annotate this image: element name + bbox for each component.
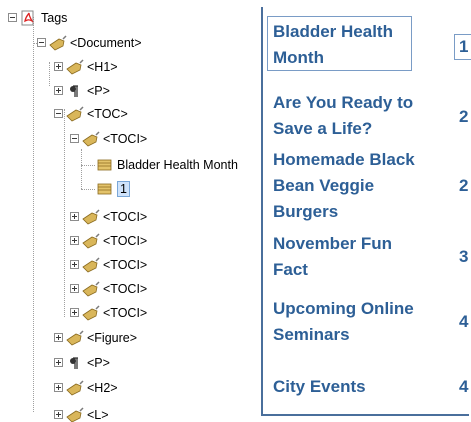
tree-node-label: 1: [117, 181, 130, 197]
tree-node-label: <TOCI>: [103, 258, 148, 272]
tree-node-label: <TOCI>: [103, 234, 148, 248]
tree-node-document[interactable]: <Document>: [49, 33, 142, 53]
toc-entry-page[interactable]: 2: [459, 104, 468, 130]
toc-entry-page[interactable]: 4: [459, 309, 468, 335]
expand-toci-toggle[interactable]: [70, 284, 79, 293]
tree-node-label: <H2>: [87, 381, 118, 395]
tree-node-label: Tags: [41, 11, 68, 25]
toc-entry-title[interactable]: Bladder Health Month: [273, 19, 423, 71]
tag-icon: [82, 257, 100, 273]
tree-connector: [81, 165, 95, 166]
tree-node-h2[interactable]: <H2>: [66, 378, 118, 398]
tree-node-p[interactable]: <P>: [66, 81, 110, 101]
tree-node-label: <Figure>: [87, 331, 138, 345]
tree-node-tags[interactable]: Tags: [20, 8, 67, 28]
toc-entry-title[interactable]: Are You Ready to Save a Life?: [273, 90, 423, 142]
toc-entry-title[interactable]: City Events: [273, 374, 423, 400]
toc-entry-title[interactable]: Upcoming Online Seminars: [273, 296, 423, 348]
tree-node-toci[interactable]: <TOCI>: [82, 303, 147, 323]
tag-icon: [66, 59, 84, 75]
tree-node-p[interactable]: <P>: [66, 353, 110, 373]
tree-node-label: <TOCI>: [103, 282, 148, 296]
tree-node-label: <P>: [87, 84, 110, 98]
tree-node-toci[interactable]: <TOCI>: [82, 207, 147, 227]
tag-icon: [66, 380, 84, 396]
collapse-document-toggle[interactable]: [37, 38, 46, 47]
tree-node-label: <TOCI>: [103, 306, 148, 320]
toc-entry-title[interactable]: November Fun Fact: [273, 231, 423, 283]
tree-node-label: <H1>: [87, 60, 118, 74]
pdf-tags-icon: [20, 10, 38, 26]
tree-node-h1[interactable]: <H1>: [66, 57, 118, 77]
tag-icon: [66, 407, 84, 422]
tree-node-l[interactable]: <L>: [66, 405, 109, 422]
tree-node-label: <P>: [87, 356, 110, 370]
collapse-tags-toggle[interactable]: [8, 13, 17, 22]
tree-node-label: <TOCI>: [103, 132, 148, 146]
tree-node-label: <Document>: [70, 36, 142, 50]
toc-entry-page[interactable]: 2: [459, 173, 468, 199]
content-icon: [96, 181, 114, 197]
paragraph-icon: [66, 355, 84, 371]
tree-node-toci[interactable]: <TOCI>: [82, 231, 147, 251]
tag-icon: [82, 233, 100, 249]
tree-node-content-selected[interactable]: 1: [96, 179, 130, 199]
tree-connector: [81, 149, 82, 189]
expand-toci-toggle[interactable]: [70, 260, 79, 269]
tree-node-label: <L>: [87, 408, 109, 422]
toc-entry-title[interactable]: Homemade Black Bean Veggie Burgers: [273, 147, 423, 225]
expand-toci-toggle[interactable]: [70, 308, 79, 317]
tree-node-toci[interactable]: <TOCI>: [82, 129, 147, 149]
tree-connector: [81, 189, 95, 190]
tag-icon: [82, 131, 100, 147]
tree-node-toci[interactable]: <TOCI>: [82, 279, 147, 299]
tree-node-toc[interactable]: <TOC>: [66, 104, 128, 124]
toc-entry-page[interactable]: 1: [459, 34, 468, 60]
expand-h1-toggle[interactable]: [54, 62, 63, 71]
toc-preview-panel: Bladder Health Month 1 Are You Ready to …: [261, 0, 471, 422]
tree-connector: [49, 62, 50, 86]
toc-entry-page[interactable]: 4: [459, 374, 468, 400]
expand-toci-toggle[interactable]: [70, 236, 79, 245]
tree-node-label: <TOCI>: [103, 210, 148, 224]
tree-node-content[interactable]: Bladder Health Month: [96, 155, 238, 175]
tags-tree-panel: Tags <Document> <H1> <P> <TOC> <TOCI> Bl…: [0, 0, 262, 422]
expand-l-toggle[interactable]: [54, 410, 63, 419]
tree-connector: [33, 17, 34, 412]
paragraph-icon: [66, 83, 84, 99]
expand-figure-toggle[interactable]: [54, 333, 63, 342]
tag-icon: [82, 281, 100, 297]
tag-icon: [66, 330, 84, 346]
tree-node-label: <TOC>: [87, 107, 128, 121]
tree-connector: [64, 109, 65, 317]
expand-p-toggle[interactable]: [54, 86, 63, 95]
tree-node-figure[interactable]: <Figure>: [66, 328, 137, 348]
tag-icon: [49, 35, 67, 51]
collapse-toci-toggle[interactable]: [70, 134, 79, 143]
content-icon: [96, 157, 114, 173]
expand-toci-toggle[interactable]: [70, 212, 79, 221]
collapse-toc-toggle[interactable]: [54, 109, 63, 118]
toc-entry-page[interactable]: 3: [459, 244, 468, 270]
tag-icon: [82, 305, 100, 321]
tree-node-label: Bladder Health Month: [117, 158, 238, 172]
tag-icon: [82, 209, 100, 225]
expand-h2-toggle[interactable]: [54, 383, 63, 392]
expand-p-toggle[interactable]: [54, 358, 63, 367]
tree-node-toci[interactable]: <TOCI>: [82, 255, 147, 275]
tag-icon: [66, 106, 84, 122]
